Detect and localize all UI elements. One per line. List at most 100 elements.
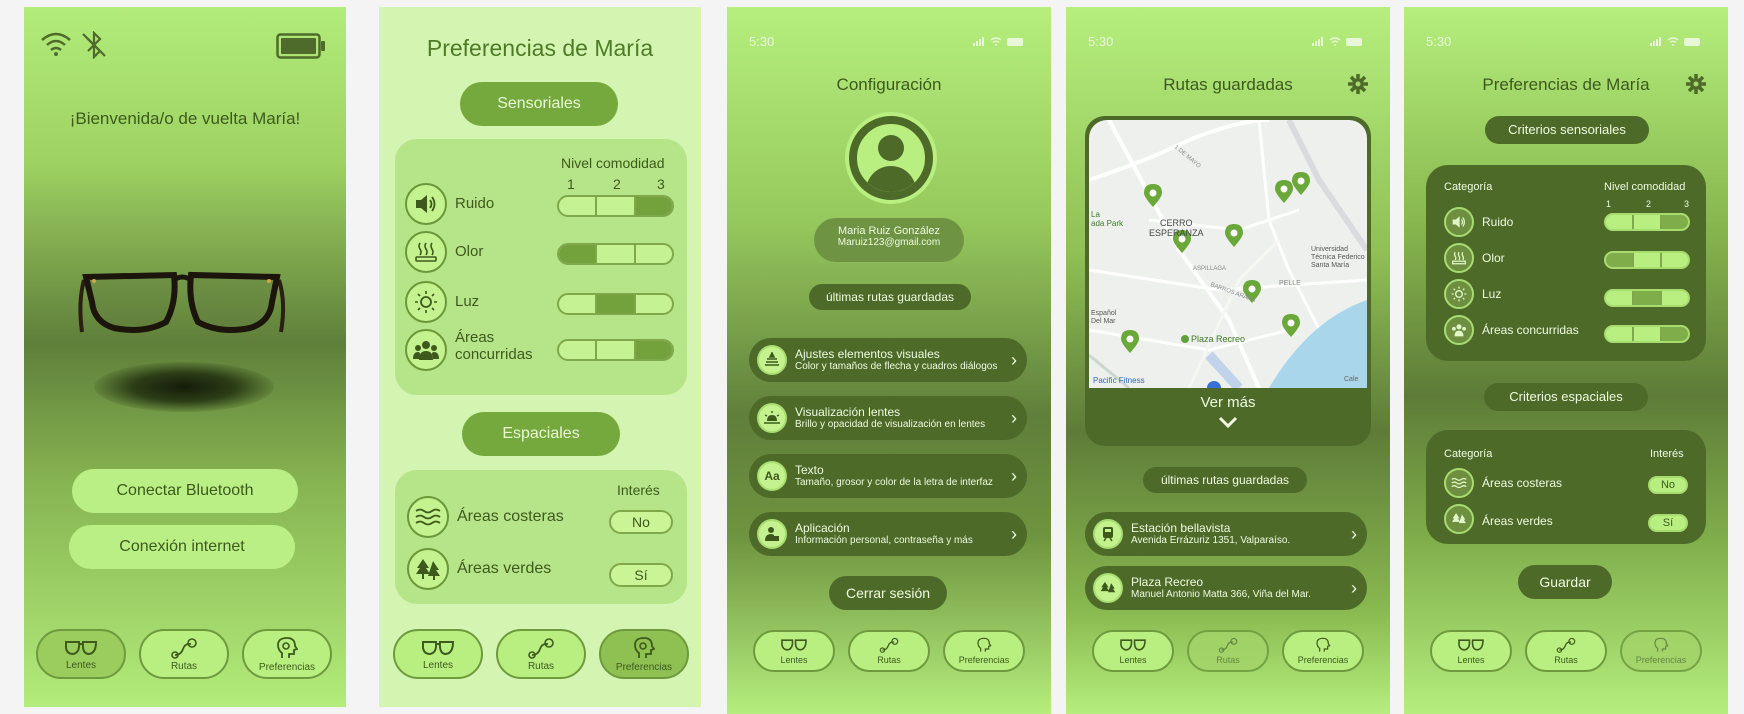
- route-item[interactable]: Estación bellavista Avenida Errázuriz 135…: [1085, 512, 1367, 556]
- nav-preferencias[interactable]: Preferencias: [242, 629, 332, 679]
- menu-visual-settings[interactable]: Ajustes elementos visuales Color y tamaño…: [749, 338, 1027, 382]
- areas-costeras-toggle[interactable]: No: [609, 510, 673, 534]
- spatial-panel: Interés Áreas costeras No Áreas verdes S…: [395, 470, 687, 604]
- nav-preferencias-label: Preferencias: [958, 655, 1010, 665]
- sensory-panel: Nivel comodidad 1 2 3 Ruido Olor Luz Áre…: [395, 139, 687, 395]
- wifi-icon: [41, 32, 71, 56]
- nav-lentes-label: Lentes: [780, 655, 808, 665]
- olor-slider[interactable]: [1604, 251, 1690, 269]
- save-button[interactable]: Guardar: [1518, 565, 1612, 599]
- nav-rutas[interactable]: Rutas: [1187, 630, 1269, 672]
- menu-text-sub: Tamaño, grosor y color de la letra de in…: [795, 476, 993, 488]
- battery-icon: [1346, 37, 1362, 46]
- page-title: Preferencias de María: [426, 35, 654, 61]
- waves-icon: [407, 496, 449, 538]
- route-item[interactable]: Plaza Recreo Manuel Antonio Matta 366, Vi…: [1085, 566, 1367, 610]
- menu-lens-sub: Brillo y opacidad de visualización en le…: [795, 418, 986, 430]
- gear-icon[interactable]: [1685, 73, 1707, 95]
- menu-lens-title: Visualización lentes: [795, 404, 901, 419]
- park-dot-icon: [1181, 335, 1189, 343]
- areas-concurridas-label: Áreas concurridas: [1482, 323, 1579, 337]
- spatial-criteria-panel: Categoría Interés Áreas costeras No Área…: [1426, 430, 1706, 544]
- status-time: 5:30: [1088, 34, 1114, 49]
- nav-rutas[interactable]: Rutas: [496, 629, 586, 679]
- areas-concurridas-slider[interactable]: [557, 339, 674, 361]
- category-header: Categoría: [1444, 181, 1493, 193]
- sensory-criteria-panel: Categoría Nivel comodidad 1 2 3 Ruido Ol…: [1426, 165, 1706, 361]
- map-view[interactable]: CERRO ESPERANZA Plaza Recreo Pacific Fitn…: [1089, 120, 1367, 388]
- map-pin[interactable]: [1121, 330, 1139, 359]
- menu-app-title: Aplicación: [795, 520, 850, 535]
- chevron-down-icon[interactable]: [1218, 416, 1238, 428]
- wifi-icon: [990, 37, 1002, 46]
- map-pin[interactable]: [1275, 180, 1293, 209]
- menu-lens-visualization[interactable]: Visualización lentes Brillo y opacidad de…: [749, 396, 1027, 440]
- signal-icon: [1312, 37, 1323, 46]
- menu-visual-title: Ajustes elementos visuales: [795, 346, 940, 361]
- bottom-nav: Lentes Rutas Preferencias: [393, 629, 689, 679]
- luz-slider[interactable]: [1604, 289, 1690, 307]
- glasses-icon: [422, 640, 455, 655]
- chevron-right-icon: ›: [1351, 577, 1357, 598]
- tab-espaciales[interactable]: Espaciales: [462, 412, 620, 456]
- nav-rutas[interactable]: Rutas: [848, 630, 930, 672]
- menu-application[interactable]: Aplicación Información personal, contrase…: [749, 512, 1027, 556]
- ruido-slider[interactable]: [1604, 213, 1690, 231]
- nav-preferencias[interactable]: Preferencias: [1620, 630, 1702, 672]
- areas-concurridas-slider[interactable]: [1604, 325, 1690, 343]
- see-more-label[interactable]: Ver más: [1085, 394, 1371, 411]
- menu-text[interactable]: Aa Texto Tamaño, grosor y color de la let…: [749, 454, 1027, 498]
- saved-routes-tag: últimas rutas guardadas: [1143, 467, 1307, 493]
- tab-sensoriales[interactable]: Sensoriales: [460, 82, 618, 126]
- battery-icon: [276, 33, 325, 59]
- nav-preferencias[interactable]: Preferencias: [1282, 630, 1364, 672]
- internet-connection-button[interactable]: Conexión internet: [69, 525, 295, 569]
- nav-rutas-label: Rutas: [1554, 655, 1578, 665]
- user-info-card[interactable]: Maria Ruiz González Maruiz123@gmail.com: [814, 218, 964, 262]
- areas-concurridas-line1: Áreas: [455, 329, 495, 346]
- map-pin[interactable]: [1144, 184, 1162, 213]
- nav-rutas[interactable]: Rutas: [139, 629, 229, 679]
- bluetooth-off-icon[interactable]: [80, 31, 108, 59]
- nav-preferencias[interactable]: Preferencias: [599, 629, 689, 679]
- nav-lentes[interactable]: Lentes: [753, 630, 835, 672]
- menu-text-title: Texto: [795, 462, 824, 477]
- connect-bluetooth-button[interactable]: Conectar Bluetooth: [72, 469, 298, 513]
- map-pin[interactable]: [1282, 314, 1300, 343]
- map-label-park-text: ada Park: [1091, 219, 1124, 228]
- menu-app-sub: Información personal, contraseña y más: [795, 534, 973, 546]
- gear-icon[interactable]: [1347, 73, 1369, 95]
- nav-rutas-label: Rutas: [527, 660, 555, 672]
- areas-costeras-toggle[interactable]: No: [1648, 476, 1688, 494]
- glasses-icon: [781, 639, 807, 651]
- glasses-icon: [1120, 639, 1146, 651]
- avatar[interactable]: [845, 112, 937, 204]
- spatial-criteria-tag[interactable]: Criterios espaciales: [1484, 383, 1648, 411]
- areas-verdes-toggle[interactable]: Sí: [609, 563, 673, 587]
- areas-verdes-toggle[interactable]: Sí: [1648, 514, 1688, 532]
- map-pin[interactable]: [1225, 224, 1243, 253]
- nav-lentes[interactable]: Lentes: [393, 629, 483, 679]
- olor-slider[interactable]: [557, 243, 674, 265]
- sensory-criteria-tag[interactable]: Criterios sensoriales: [1485, 116, 1649, 144]
- nav-lentes[interactable]: Lentes: [1430, 630, 1512, 672]
- screen-welcome: ¡Bienvenida/o de vuelta María! Conectar …: [24, 7, 346, 707]
- luz-slider[interactable]: [557, 293, 674, 315]
- user-name: Maria Ruiz González: [837, 225, 941, 237]
- page-title: Rutas guardadas: [1163, 75, 1293, 94]
- screen-preferences-summary: 5:30 Preferencias de María Criterios sen…: [1404, 7, 1728, 714]
- nav-rutas[interactable]: Rutas: [1525, 630, 1607, 672]
- ruido-slider[interactable]: [557, 195, 674, 217]
- map-label-espanol: Español Del Mar: [1091, 310, 1117, 325]
- nav-lentes[interactable]: Lentes: [1092, 630, 1174, 672]
- map-label-cale: Cale: [1344, 376, 1359, 383]
- nav-lentes-label: Lentes: [65, 659, 97, 671]
- route-address: Manuel Antonio Matta 366, Viña del Mar.: [1131, 588, 1311, 600]
- nav-preferencias[interactable]: Preferencias: [943, 630, 1025, 672]
- map-pin[interactable]: [1292, 172, 1310, 201]
- glasses-shadow: [94, 362, 274, 412]
- saved-routes-tag: últimas rutas guardadas: [809, 284, 971, 310]
- logout-button[interactable]: Cerrar sesión: [829, 576, 947, 610]
- nav-lentes[interactable]: Lentes: [36, 629, 126, 679]
- luz-label: Luz: [455, 293, 480, 310]
